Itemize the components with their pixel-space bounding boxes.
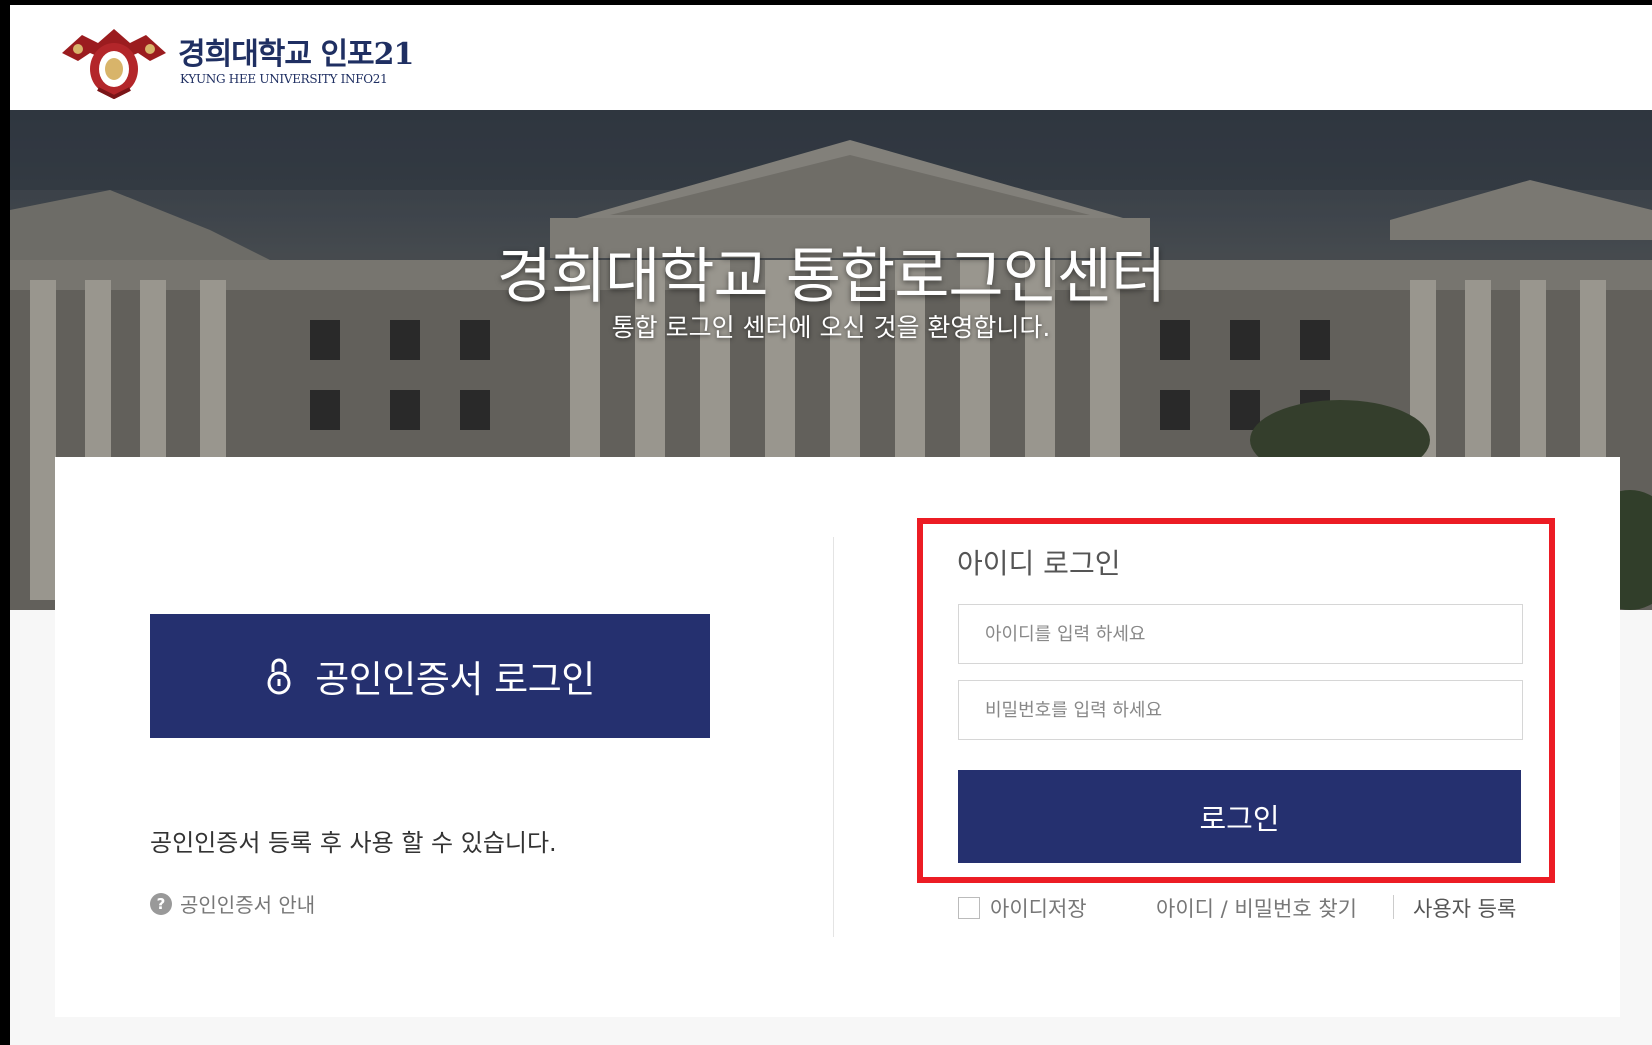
find-id-password-link[interactable]: 아이디 / 비밀번호 찾기 [1156,893,1357,923]
header: 경희대학교 인포21 KYUNG HEE UNIVERSITY INFO21 [10,5,1652,110]
logo-title: 경희대학교 인포21 [178,37,414,72]
id-input[interactable] [958,604,1523,664]
card-divider [833,537,834,937]
link-separator [1393,895,1394,919]
help-circle-icon: ? [150,892,172,915]
cert-login-note: 공인인증서 등록 후 사용 할 수 있습니다. [150,829,557,857]
save-id-label: 아이디저장 [990,897,1087,921]
cert-guide-link[interactable]: ? 공인인증서 안내 [150,889,315,918]
lock-icon [267,658,291,695]
register-link[interactable]: 사용자 등록 [1413,893,1516,923]
id-login-title: 아이디 로그인 [957,547,1121,580]
cert-guide-label: 공인인증서 안내 [180,893,316,917]
login-button[interactable]: 로그인 [958,770,1521,863]
save-id-checkbox[interactable]: 아이디저장 [958,893,1087,923]
logo-subtitle: KYUNG HEE UNIVERSITY INFO21 [180,72,388,86]
cert-login-button[interactable]: 공인인증서 로그인 [150,614,710,738]
cert-login-label: 공인인증서 로그인 [315,658,595,701]
hero-title: 경희대학교 통합로그인센터 [496,242,1166,312]
password-input[interactable] [958,680,1523,740]
hero-subtitle: 통합 로그인 센터에 오신 것을 환영합니다. [611,313,1051,342]
university-emblem-icon [62,29,166,99]
checkbox-icon[interactable] [958,897,980,919]
